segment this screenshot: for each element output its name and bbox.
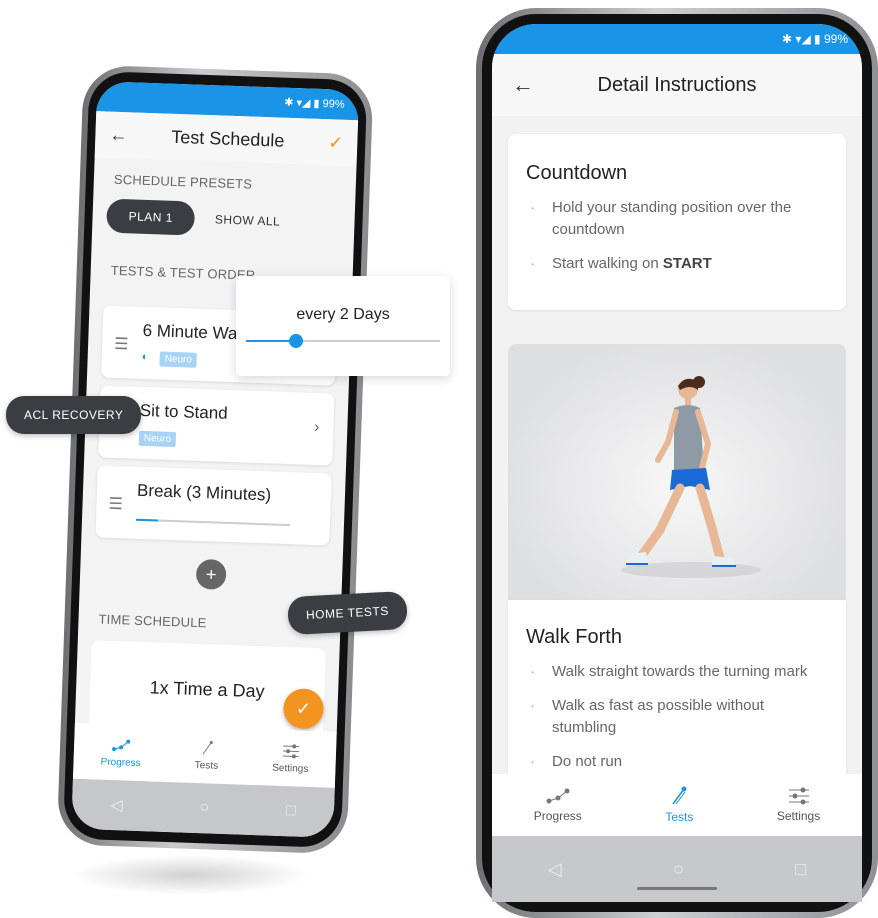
countdown-list: Hold your standing position over the cou… — [526, 197, 828, 275]
back-triangle-icon[interactable]: ◁ — [548, 859, 562, 880]
test-title: Sit to Stand — [139, 400, 229, 423]
drag-handle-icon[interactable]: ☰ — [114, 334, 129, 354]
show-all-button[interactable]: SHOW ALL — [215, 212, 281, 228]
back-arrow-icon[interactable]: ← — [512, 72, 534, 98]
list-item-text: Start walking on — [552, 255, 663, 272]
right-app-header: Detail Instructions ← — [492, 54, 862, 116]
test-title: 6 Minute Walk — [142, 320, 250, 344]
left-phone-wrapper: ✱ ▾◢ ▮ 99% ← Test Schedule ✓ SCHEDULE PR… — [56, 64, 403, 866]
nav-tests[interactable]: Tests — [665, 786, 693, 824]
test-title: Break (3 Minutes) — [136, 480, 272, 505]
walking-person-image — [621, 376, 761, 578]
progress-icon — [112, 739, 131, 751]
neuro-tag: Neuro — [159, 351, 198, 368]
settings-sliders-icon — [282, 743, 300, 758]
left-phone-screen: ✱ ▾◢ ▮ 99% ← Test Schedule ✓ SCHEDULE PR… — [71, 81, 360, 838]
status-icons: ✱ ▾◢ ▮ — [782, 32, 824, 46]
list-item: Do not run — [526, 751, 828, 773]
list-item: Start walking on START — [526, 253, 828, 275]
tests-icon — [202, 740, 213, 755]
list-item-bold: START — [662, 255, 712, 272]
tests-icon — [672, 786, 687, 805]
interval-slider-thumb[interactable] — [289, 334, 304, 348]
home-indicator-bar — [637, 887, 717, 890]
neuro-tag: Neuro — [138, 430, 177, 448]
nav-tests[interactable]: Tests — [195, 739, 219, 771]
interval-label: every 2 Days — [236, 306, 450, 324]
ear-icon: ◐ — [141, 350, 149, 364]
nav-label: Settings — [776, 809, 821, 823]
back-arrow-icon[interactable]: ← — [109, 124, 128, 146]
settings-sliders-icon — [788, 787, 809, 805]
list-item: Walk as fast as possible without stumbli… — [526, 695, 828, 739]
interval-value: 2 Days — [339, 306, 390, 323]
battery-level: 99% — [322, 98, 345, 111]
interval-slider-popup: every 2 Days — [236, 276, 450, 376]
nav-label: Settings — [272, 762, 309, 775]
page-title: Detail Instructions — [597, 73, 757, 96]
left-bottom-nav: Progress Tests Settings — [72, 722, 337, 788]
nav-progress[interactable]: Progress — [534, 787, 582, 823]
right-system-nav: ◁ ○ □ — [492, 836, 862, 902]
right-phone-screen: ✱ ▾◢ ▮ 99% Detail Instructions ← Countdo… — [492, 24, 862, 902]
nav-settings[interactable]: Settings — [777, 787, 820, 823]
right-bottom-nav: Progress Tests Settings — [492, 774, 862, 836]
interval-slider[interactable] — [246, 334, 440, 348]
list-item: Hold your standing position over the cou… — [526, 197, 828, 241]
home-circle-icon[interactable]: ○ — [673, 859, 684, 880]
walk-forth-list: Walk straight towards the turning mark W… — [526, 661, 828, 773]
add-test-button[interactable]: + — [195, 558, 227, 590]
acl-recovery-chip[interactable]: ACL RECOVERY — [6, 396, 142, 434]
drag-handle-icon[interactable]: ☰ — [108, 494, 123, 514]
status-bar: ✱ ▾◢ ▮ 99% — [492, 24, 862, 54]
nav-progress[interactable]: Progress — [100, 736, 141, 769]
break-duration-slider[interactable] — [135, 518, 290, 527]
break-slider-fill — [135, 518, 158, 522]
nav-label: Progress — [533, 809, 582, 823]
nav-label: Tests — [194, 759, 219, 772]
countdown-title: Countdown — [526, 162, 628, 184]
nav-label: Progress — [100, 756, 141, 769]
battery-level: 99% — [823, 32, 848, 46]
right-phone-bezel: ✱ ▾◢ ▮ 99% Detail Instructions ← Countdo… — [482, 14, 872, 912]
home-tests-chip[interactable]: HOME TESTS — [287, 590, 408, 636]
walking-woman-illustration — [508, 344, 846, 600]
test-card-break[interactable]: ☰ Break (3 Minutes) — [95, 465, 332, 546]
time-schedule-value: 1x Time a Day — [149, 676, 266, 701]
back-triangle-icon[interactable]: ◁ — [110, 795, 123, 815]
left-phone-frame: ✱ ▾◢ ▮ 99% ← Test Schedule ✓ SCHEDULE PR… — [56, 64, 374, 855]
progress-icon — [546, 788, 570, 804]
list-item: Walk straight towards the turning mark — [526, 661, 828, 683]
left-phone-bezel: ✱ ▾◢ ▮ 99% ← Test Schedule ✓ SCHEDULE PR… — [62, 70, 368, 849]
recents-square-icon[interactable]: □ — [286, 802, 296, 820]
left-system-nav: ◁ ○ □ — [71, 778, 335, 838]
status-icons: ✱ ▾◢ ▮ — [284, 96, 323, 111]
recents-square-icon[interactable]: □ — [795, 859, 806, 880]
chevron-right-icon[interactable]: › — [314, 419, 320, 437]
interval-prefix: every — [296, 306, 340, 323]
nav-settings[interactable]: Settings — [272, 742, 309, 774]
page-title: Test Schedule — [170, 126, 285, 151]
right-phone-frame: ✱ ▾◢ ▮ 99% Detail Instructions ← Countdo… — [476, 8, 878, 918]
home-circle-icon[interactable]: ○ — [199, 799, 209, 817]
preset-plan1-button[interactable]: PLAN 1 — [106, 198, 196, 236]
countdown-card: Countdown Hold your standing position ov… — [508, 134, 846, 310]
check-icon[interactable]: ✓ — [328, 132, 344, 154]
walk-forth-title: Walk Forth — [526, 626, 622, 648]
nav-label: Tests — [665, 810, 694, 824]
